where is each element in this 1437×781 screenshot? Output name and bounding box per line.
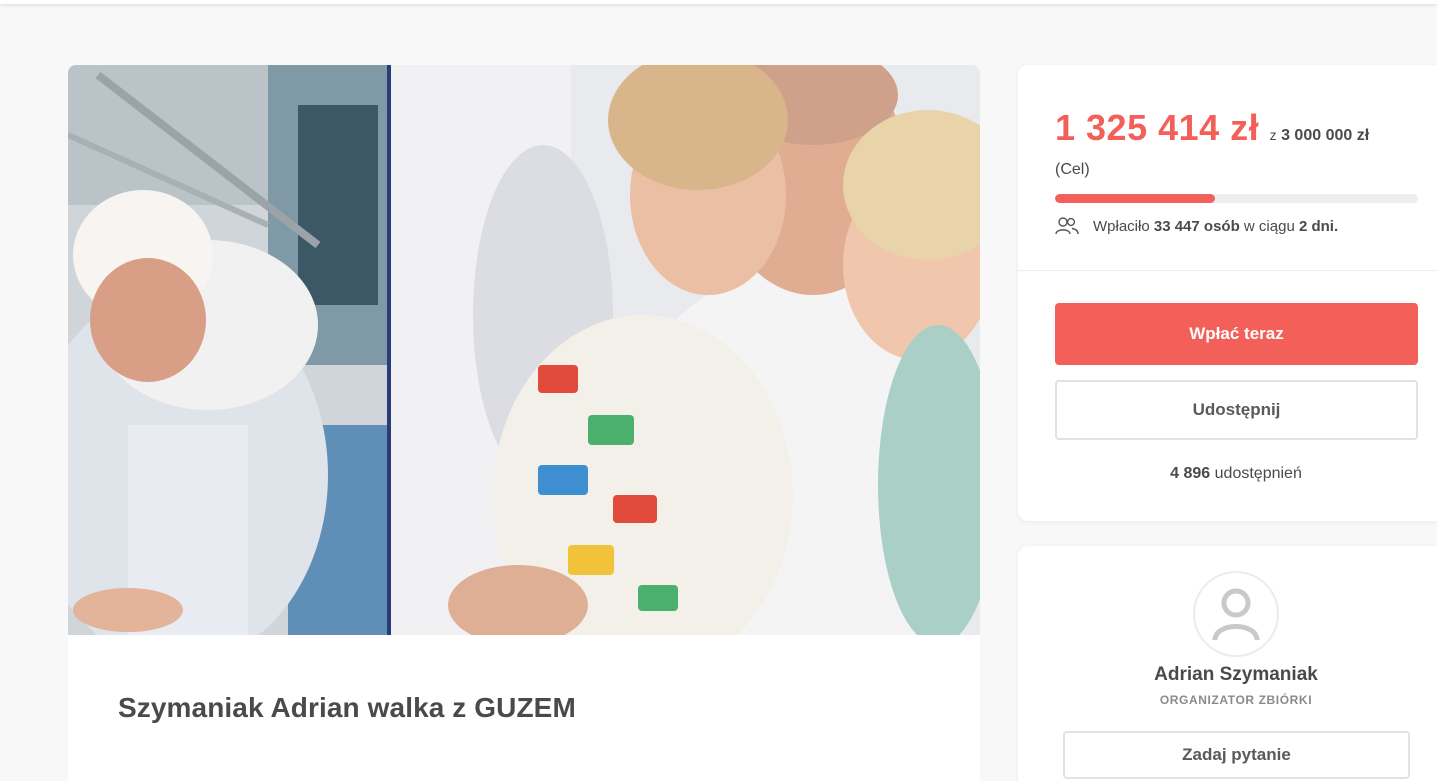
amount-row: 1 325 414 zł z 3 000 000 zł (1055, 107, 1369, 149)
donors-summary: Wpłaciło 33 447 osób w ciągu 2 dni. (1055, 216, 1338, 236)
organizer-panel: Adrian Szymaniak ORGANIZATOR ZBIÓRKI Zad… (1018, 546, 1437, 781)
organizer-role: ORGANIZATOR ZBIÓRKI (1159, 693, 1313, 707)
donors-count: 33 447 osób (1153, 217, 1240, 235)
top-bar (0, 0, 1437, 4)
amount-raised: 1 325 414 zł (1055, 107, 1260, 148)
divider (1018, 270, 1437, 271)
donation-panel: 1 325 414 zł z 3 000 000 zł (Cel) Wpłaci… (1018, 65, 1437, 521)
goal-label: (Cel) (1055, 161, 1090, 178)
goal-prefix: z (1269, 127, 1277, 143)
goal: z 3 000 000 zł (1270, 127, 1370, 144)
donors-mid: w ciągu (1243, 217, 1295, 235)
organizer-name[interactable]: Adrian Szymaniak (1018, 664, 1437, 686)
share-button[interactable]: Udostępnij (1055, 380, 1418, 440)
campaign-title: Szymaniak Adrian walka z GUZEM (118, 692, 576, 723)
shares-label: udostępnień (1214, 465, 1302, 482)
campaign-card: Szymaniak Adrian walka z GUZEM (68, 65, 980, 781)
shares-number: 4 896 (1170, 465, 1211, 482)
goal-amount: 3 000 000 zł (1281, 127, 1370, 144)
progress-bar (1055, 194, 1418, 203)
campaign-photo-illustration (68, 65, 980, 635)
donors-prefix: Wpłaciło (1093, 217, 1150, 235)
donors-days: 2 dni. (1298, 217, 1339, 235)
people-icon (1055, 217, 1079, 235)
shares-count: 4 896 udostępnień (1018, 465, 1437, 483)
avatar[interactable] (1193, 571, 1279, 657)
user-icon (1212, 588, 1260, 641)
campaign-photo[interactable] (68, 65, 980, 635)
ask-question-button[interactable]: Zadaj pytanie (1063, 731, 1410, 779)
progress-fill (1055, 194, 1216, 203)
donate-now-button[interactable]: Wpłać teraz (1055, 303, 1418, 365)
